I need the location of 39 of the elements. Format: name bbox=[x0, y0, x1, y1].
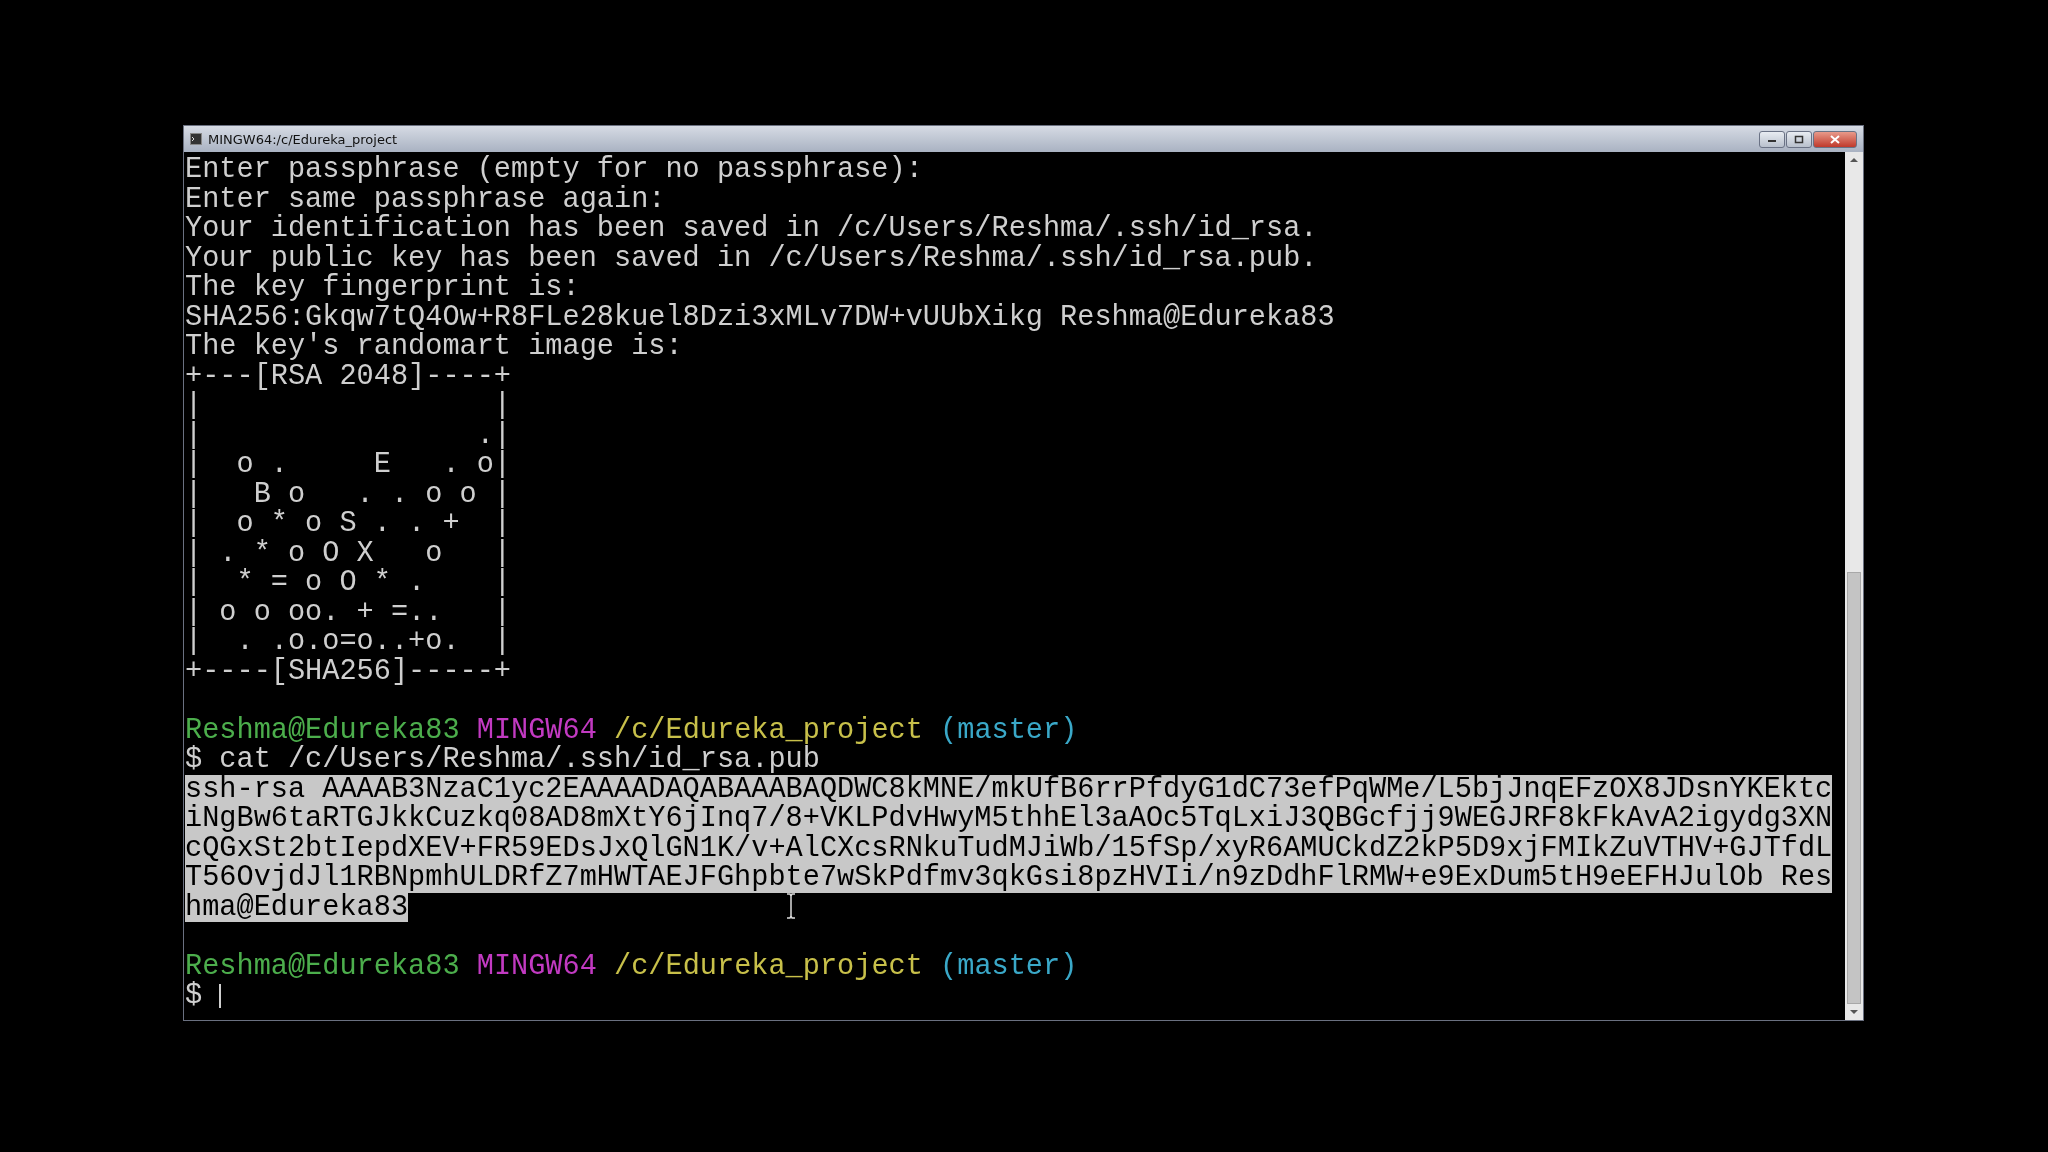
minimize-button[interactable] bbox=[1759, 130, 1785, 148]
scrollbar[interactable] bbox=[1845, 152, 1863, 1020]
output-line: The key fingerprint is: bbox=[185, 273, 580, 303]
text-cursor-icon bbox=[785, 892, 797, 919]
output-line: +---[RSA 2048]----+ bbox=[185, 361, 512, 391]
app-icon bbox=[190, 133, 202, 145]
output-line: | .| bbox=[185, 420, 512, 450]
output-line: The key's randomart image is: bbox=[185, 332, 683, 362]
output-line: +----[SHA256]-----+ bbox=[185, 656, 512, 686]
output-line: Enter passphrase (empty for no passphrase): bbox=[185, 155, 923, 185]
close-icon bbox=[1830, 134, 1840, 144]
prompt-user: Reshma@Edureka83 bbox=[185, 951, 460, 981]
maximize-icon bbox=[1794, 134, 1804, 144]
output-line: $ cat /c/Users/Reshma/.ssh/id_rsa.pub bbox=[185, 745, 820, 775]
prompt-symbol: $ bbox=[185, 981, 203, 1011]
output-line: | | bbox=[185, 391, 512, 421]
prompt-system: MINGW64 bbox=[476, 715, 597, 745]
output-line: | . .o.o=o..+o. | bbox=[185, 627, 512, 657]
prompt-path: /c/Edureka_project bbox=[614, 951, 923, 981]
prompt-path: /c/Edureka_project bbox=[614, 715, 923, 745]
output-line: | B o . . o o | bbox=[185, 479, 512, 509]
output-line: Enter same passphrase again: bbox=[185, 184, 666, 214]
output-line: | * = o O * . | bbox=[185, 568, 512, 598]
window-title: MINGW64:/c/Edureka_project bbox=[208, 131, 398, 147]
close-button[interactable] bbox=[1813, 130, 1857, 148]
scrollbar-thumb[interactable] bbox=[1847, 572, 1861, 1004]
prompt-branch: (master) bbox=[940, 951, 1078, 981]
output-line: SHA256:Gkqw7tQ4Ow+R8FLe28kuel8Dzi3xMLv7DW+vUUbXikg Reshma@Edureka83 bbox=[185, 302, 1335, 332]
output-line: Your public key has been saved in /c/Users/Reshma/.ssh/id_rsa.pub. bbox=[185, 243, 1318, 273]
output-line: | o o oo. + =.. | bbox=[185, 597, 512, 627]
output-line: | o * o S . . + | bbox=[185, 509, 512, 539]
output-line: | o . E . o| bbox=[185, 450, 512, 480]
prompt-user: Reshma@Edureka83 bbox=[185, 715, 460, 745]
maximize-button[interactable] bbox=[1786, 130, 1812, 148]
output-line: Your identification has been saved in /c/Users/Reshma/.ssh/id_rsa. bbox=[185, 214, 1318, 244]
output-line: | . * o O X o | bbox=[185, 538, 512, 568]
prompt-branch: (master) bbox=[940, 715, 1078, 745]
prompt-system: MINGW64 bbox=[476, 951, 597, 981]
text-cursor bbox=[219, 984, 222, 1008]
